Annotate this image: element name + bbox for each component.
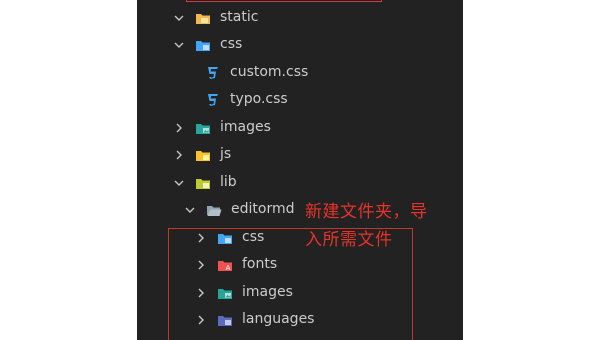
chevron-right-icon[interactable]: [194, 313, 208, 327]
tree-item-css[interactable]: css: [172, 31, 242, 58]
tree-item-typo-css[interactable]: typo.css: [205, 86, 288, 113]
tree-item-label: images: [220, 119, 271, 135]
css-file-icon: [205, 92, 221, 108]
tree-item-label: editormd: [231, 201, 295, 217]
folder-lib-icon: [195, 175, 211, 191]
tree-item-lib-css[interactable]: css: [194, 224, 264, 251]
tree-item-static[interactable]: static: [172, 4, 258, 31]
chevron-right-icon[interactable]: [194, 286, 208, 300]
chevron-right-icon[interactable]: [194, 231, 208, 245]
tree-item-fonts[interactable]: A fonts: [194, 251, 277, 278]
chevron-down-icon[interactable]: [183, 203, 197, 217]
chevron-right-icon[interactable]: [172, 121, 186, 135]
tree-item-lib[interactable]: lib: [172, 169, 237, 196]
tree-item-label: js: [220, 146, 232, 162]
annotation-line: 入所需文件: [305, 230, 393, 250]
folder-css-icon: [195, 37, 211, 53]
tree-item-label: css: [220, 36, 243, 52]
folder-js-icon: [195, 147, 211, 163]
chevron-down-icon[interactable]: [172, 176, 186, 190]
tree-item-editormd[interactable]: editormd: [183, 196, 294, 223]
tree-item-lib-images[interactable]: images: [194, 279, 293, 306]
tree-item-custom-css[interactable]: custom.css: [205, 59, 308, 86]
tree-item-label: custom.css: [230, 64, 309, 80]
annotation-line: 新建文件夹，导: [305, 202, 428, 222]
folder-images-icon: [195, 120, 211, 136]
svg-text:A: A: [226, 264, 231, 272]
tree-item-label: css: [242, 229, 265, 245]
tree-item-label: images: [242, 284, 293, 300]
folder-fonts-icon: A: [217, 257, 233, 273]
tree-item-js[interactable]: js: [172, 141, 231, 168]
tree-item-label: lib: [220, 174, 237, 190]
chevron-right-icon[interactable]: [172, 148, 186, 162]
tree-item-languages[interactable]: languages: [194, 306, 314, 333]
tree-item-images[interactable]: images: [172, 114, 271, 141]
tree-item-label: typo.css: [230, 91, 288, 107]
chevron-right-icon[interactable]: [194, 258, 208, 272]
folder-languages-icon: [217, 312, 233, 328]
folder-images-icon: [217, 285, 233, 301]
folder-static-icon: [195, 10, 211, 26]
folder-css-icon: [217, 230, 233, 246]
tree-item-label: fonts: [242, 256, 278, 272]
previous-selection-outline: [186, 0, 382, 2]
annotation-note: 新建文件夹，导 入所需文件: [305, 198, 455, 254]
chevron-down-icon[interactable]: [172, 38, 186, 52]
file-explorer-panel: static css custom.css typo.css images js…: [137, 0, 463, 340]
folder-open-icon: [206, 202, 222, 218]
css-file-icon: [205, 65, 221, 81]
tree-item-label: static: [220, 9, 259, 25]
tree-item-label: languages: [242, 311, 315, 327]
chevron-down-icon[interactable]: [172, 11, 186, 25]
